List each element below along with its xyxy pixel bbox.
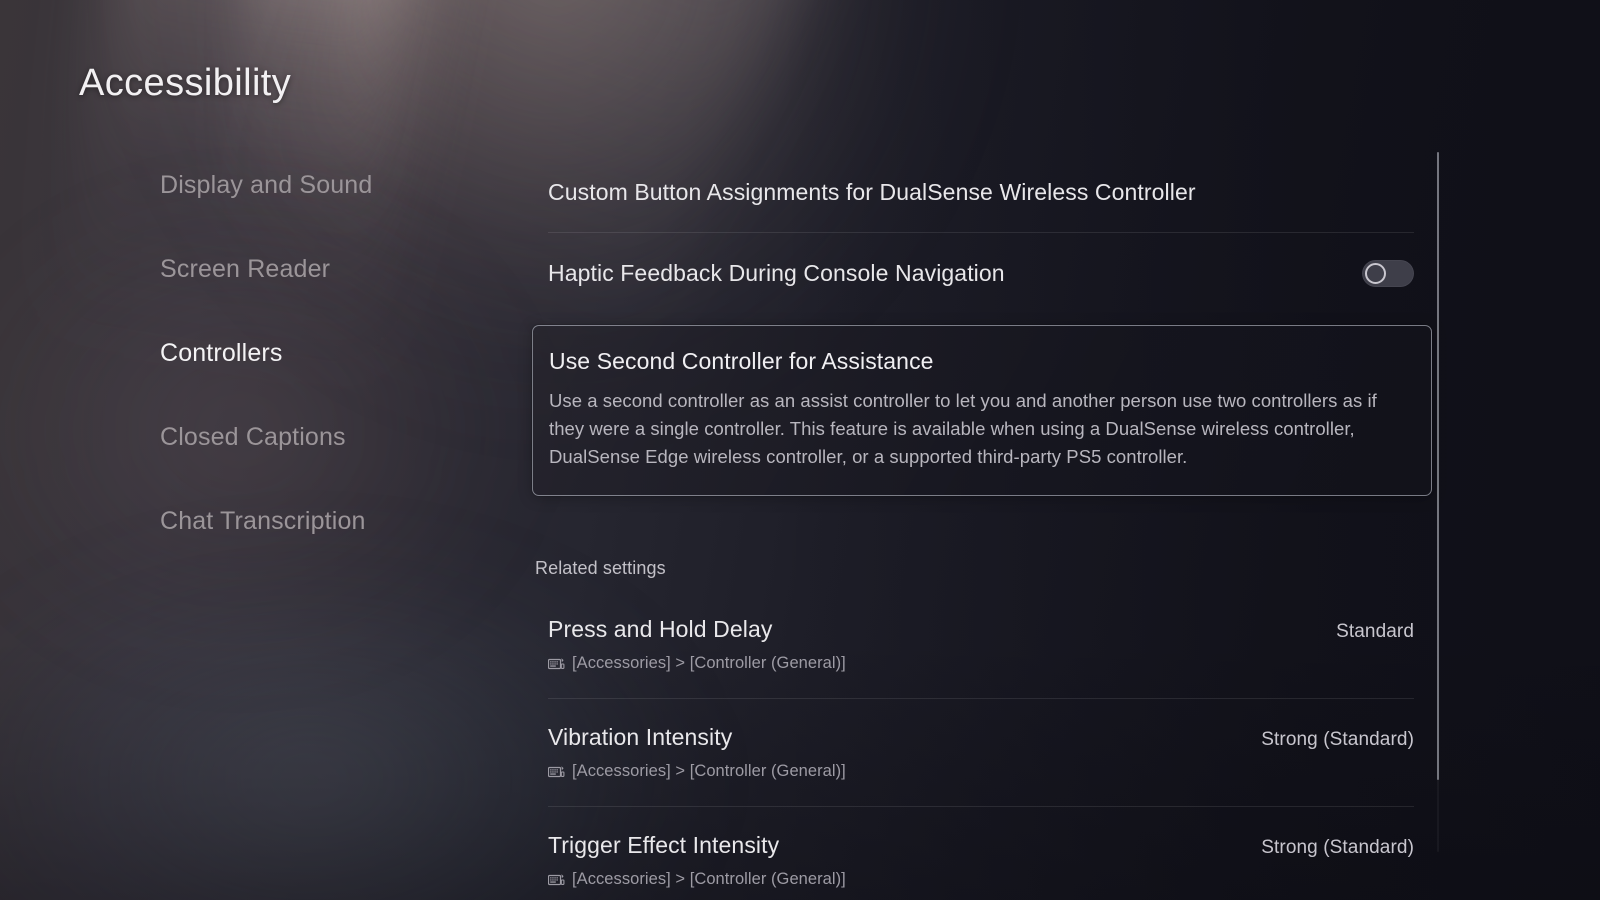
- related-setting-path: [Accessories] > [Controller (General)]: [572, 654, 846, 672]
- scrollbar-thumb[interactable]: [1437, 152, 1439, 780]
- ps5-accessibility-screen: Accessibility Display and Sound Screen R…: [0, 0, 1600, 900]
- sidebar-item-closed-captions[interactable]: Closed Captions: [160, 423, 500, 507]
- sidebar-item-label: Chat Transcription: [160, 507, 366, 535]
- related-setting-value: Standard: [1336, 621, 1414, 642]
- controller-icon: [548, 657, 565, 669]
- setting-label: Custom Button Assignments for DualSense …: [548, 178, 1196, 205]
- sidebar-item-label: Display and Sound: [160, 171, 373, 199]
- card-description: Use a second controller as an assist con…: [549, 390, 1377, 467]
- related-setting-press-and-hold-delay[interactable]: Press and Hold Delay Standard [Accessori…: [532, 591, 1432, 698]
- sidebar-nav: Display and Sound Screen Reader Controll…: [160, 171, 500, 591]
- related-setting-vibration-intensity[interactable]: Vibration Intensity Strong (Standard) [A…: [532, 699, 1432, 806]
- sidebar-item-screen-reader[interactable]: Screen Reader: [160, 255, 500, 339]
- card-title: Use Second Controller for Assistance: [549, 348, 934, 374]
- controller-icon: [548, 873, 565, 885]
- sidebar-item-chat-transcription[interactable]: Chat Transcription: [160, 507, 500, 591]
- related-setting-value: Strong (Standard): [1261, 837, 1414, 858]
- related-setting-path: [Accessories] > [Controller (General)]: [572, 870, 846, 888]
- setting-row-haptic-feedback[interactable]: Haptic Feedback During Console Navigatio…: [532, 233, 1432, 313]
- related-setting-name: Trigger Effect Intensity: [548, 832, 780, 858]
- toggle-knob: [1365, 262, 1386, 284]
- related-setting-path: [Accessories] > [Controller (General)]: [572, 762, 846, 780]
- sidebar-item-controllers[interactable]: Controllers: [160, 339, 500, 423]
- setting-label: Haptic Feedback During Console Navigatio…: [548, 259, 1005, 286]
- sidebar-item-label: Screen Reader: [160, 255, 331, 283]
- related-setting-trigger-effect-intensity[interactable]: Trigger Effect Intensity Strong (Standar…: [532, 807, 1432, 900]
- related-setting-value: Strong (Standard): [1261, 729, 1414, 750]
- page-title: Accessibility: [79, 62, 292, 104]
- related-setting-name: Vibration Intensity: [548, 724, 733, 750]
- setting-row-custom-button-assignments[interactable]: Custom Button Assignments for DualSense …: [532, 152, 1432, 232]
- sidebar-item-display-and-sound[interactable]: Display and Sound: [160, 171, 500, 255]
- sidebar-item-label: Closed Captions: [160, 423, 346, 451]
- setting-card-use-second-controller[interactable]: Use Second Controller for Assistance Use…: [532, 325, 1432, 496]
- related-setting-name: Press and Hold Delay: [548, 616, 773, 642]
- related-settings-heading: Related settings: [535, 558, 666, 578]
- haptic-feedback-toggle[interactable]: [1362, 259, 1414, 287]
- controller-icon: [548, 765, 565, 777]
- sidebar-item-label: Controllers: [160, 339, 283, 367]
- settings-list: Custom Button Assignments for DualSense …: [532, 0, 1432, 900]
